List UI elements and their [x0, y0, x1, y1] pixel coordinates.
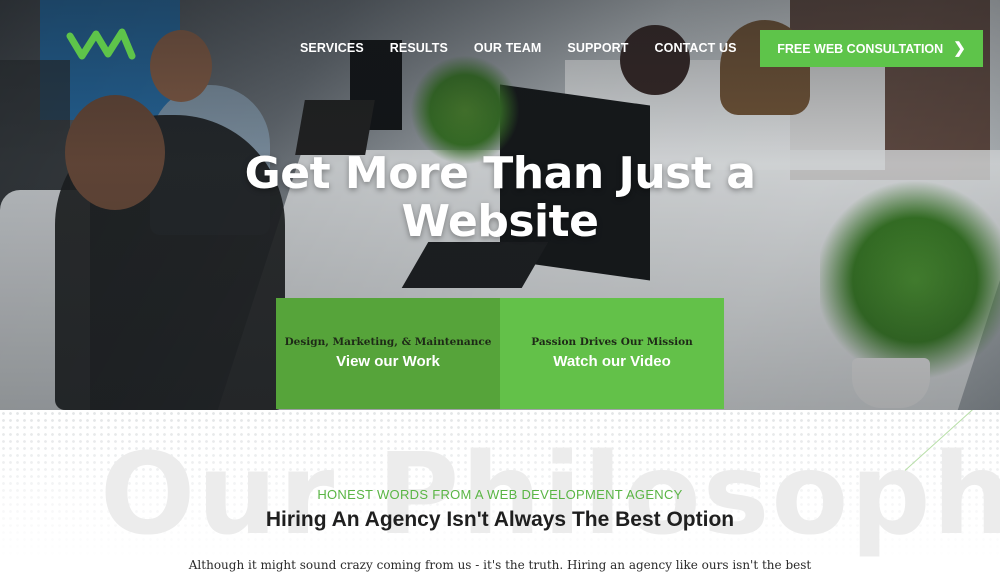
box-kicker: Passion Drives Our Mission — [531, 336, 693, 348]
nav-item-services[interactable]: SERVICES — [300, 41, 364, 55]
wm-logo[interactable] — [66, 26, 136, 62]
cta-label: FREE WEB CONSULTATION — [777, 41, 944, 56]
main-nav: SERVICES RESULTS OUR TEAM SUPPORT CONTAC… — [300, 41, 763, 55]
watch-our-video-box[interactable]: Passion Drives Our Mission Watch our Vid… — [500, 298, 724, 409]
wm-logo-icon — [66, 28, 136, 60]
chevron-right-icon: ❯ — [953, 40, 966, 57]
hero-headline: Get More Than Just a Website — [244, 148, 756, 247]
free-web-consultation-button[interactable]: FREE WEB CONSULTATION ❯ — [760, 30, 983, 67]
nav-item-our-team[interactable]: OUR TEAM — [474, 41, 541, 55]
box-kicker: Design, Marketing, & Maintenance — [284, 336, 492, 348]
section-heading: Hiring An Agency Isn't Always The Best O… — [265, 508, 735, 531]
view-our-work-link[interactable]: View our Work — [276, 353, 500, 370]
view-our-work-box[interactable]: Design, Marketing, & Maintenance View ou… — [276, 298, 500, 409]
nav-item-contact-us[interactable]: CONTACT US — [655, 41, 737, 55]
section-paragraph: Although it might sound crazy coming fro… — [188, 558, 812, 572]
nav-item-support[interactable]: SUPPORT — [567, 41, 628, 55]
watch-our-video-link[interactable]: Watch our Video — [500, 353, 724, 370]
section-eyebrow: HONEST WORDS FROM A WEB DEVELOPMENT AGEN… — [317, 487, 683, 502]
nav-item-results[interactable]: RESULTS — [390, 41, 448, 55]
philosophy-section: Our Philosophy HONEST WORDS FROM A WEB D… — [0, 410, 1000, 575]
